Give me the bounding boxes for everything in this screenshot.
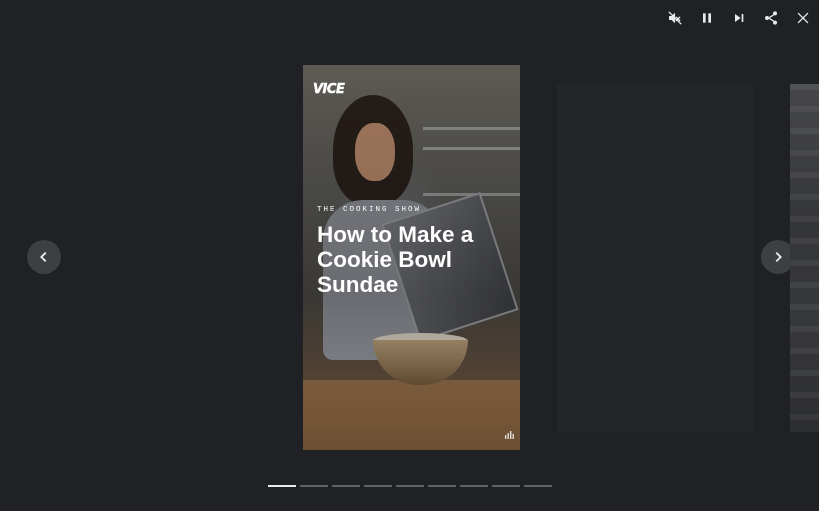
next-story-preview[interactable] [557, 84, 753, 432]
chevron-left-icon [40, 251, 47, 263]
mute-icon [668, 11, 682, 25]
story-headline: How to Make a Cookie Bowl Sundae [317, 222, 474, 297]
close-button[interactable] [787, 0, 819, 36]
progress-segment [524, 485, 552, 487]
player-controls [659, 0, 819, 36]
progress-segment [332, 485, 360, 487]
pause-icon [703, 13, 711, 23]
skip-next-button[interactable] [723, 0, 755, 36]
progress-segment [492, 485, 520, 487]
progress-segment [268, 485, 296, 487]
following-story-preview[interactable] [790, 84, 819, 432]
progress-segment [300, 485, 328, 487]
close-icon [797, 12, 809, 24]
pause-button[interactable] [691, 0, 723, 36]
progress-segment [396, 485, 424, 487]
share-button[interactable] [755, 0, 787, 36]
bars-icon [505, 426, 515, 444]
previous-story-button[interactable] [27, 240, 61, 274]
progress-segment [428, 485, 456, 487]
progress-segment [460, 485, 488, 487]
progress-segment [364, 485, 392, 487]
brand-logo: VICE [313, 82, 345, 98]
mute-button[interactable] [659, 0, 691, 36]
skip-next-icon [735, 14, 744, 22]
story-progress [268, 485, 552, 487]
share-icon [765, 11, 777, 25]
story-kicker: THE COOKING SHOW [317, 206, 422, 214]
story-page[interactable]: VICE THE COOKING SHOW How to Make a Cook… [303, 65, 520, 450]
chevron-right-icon [775, 251, 782, 263]
